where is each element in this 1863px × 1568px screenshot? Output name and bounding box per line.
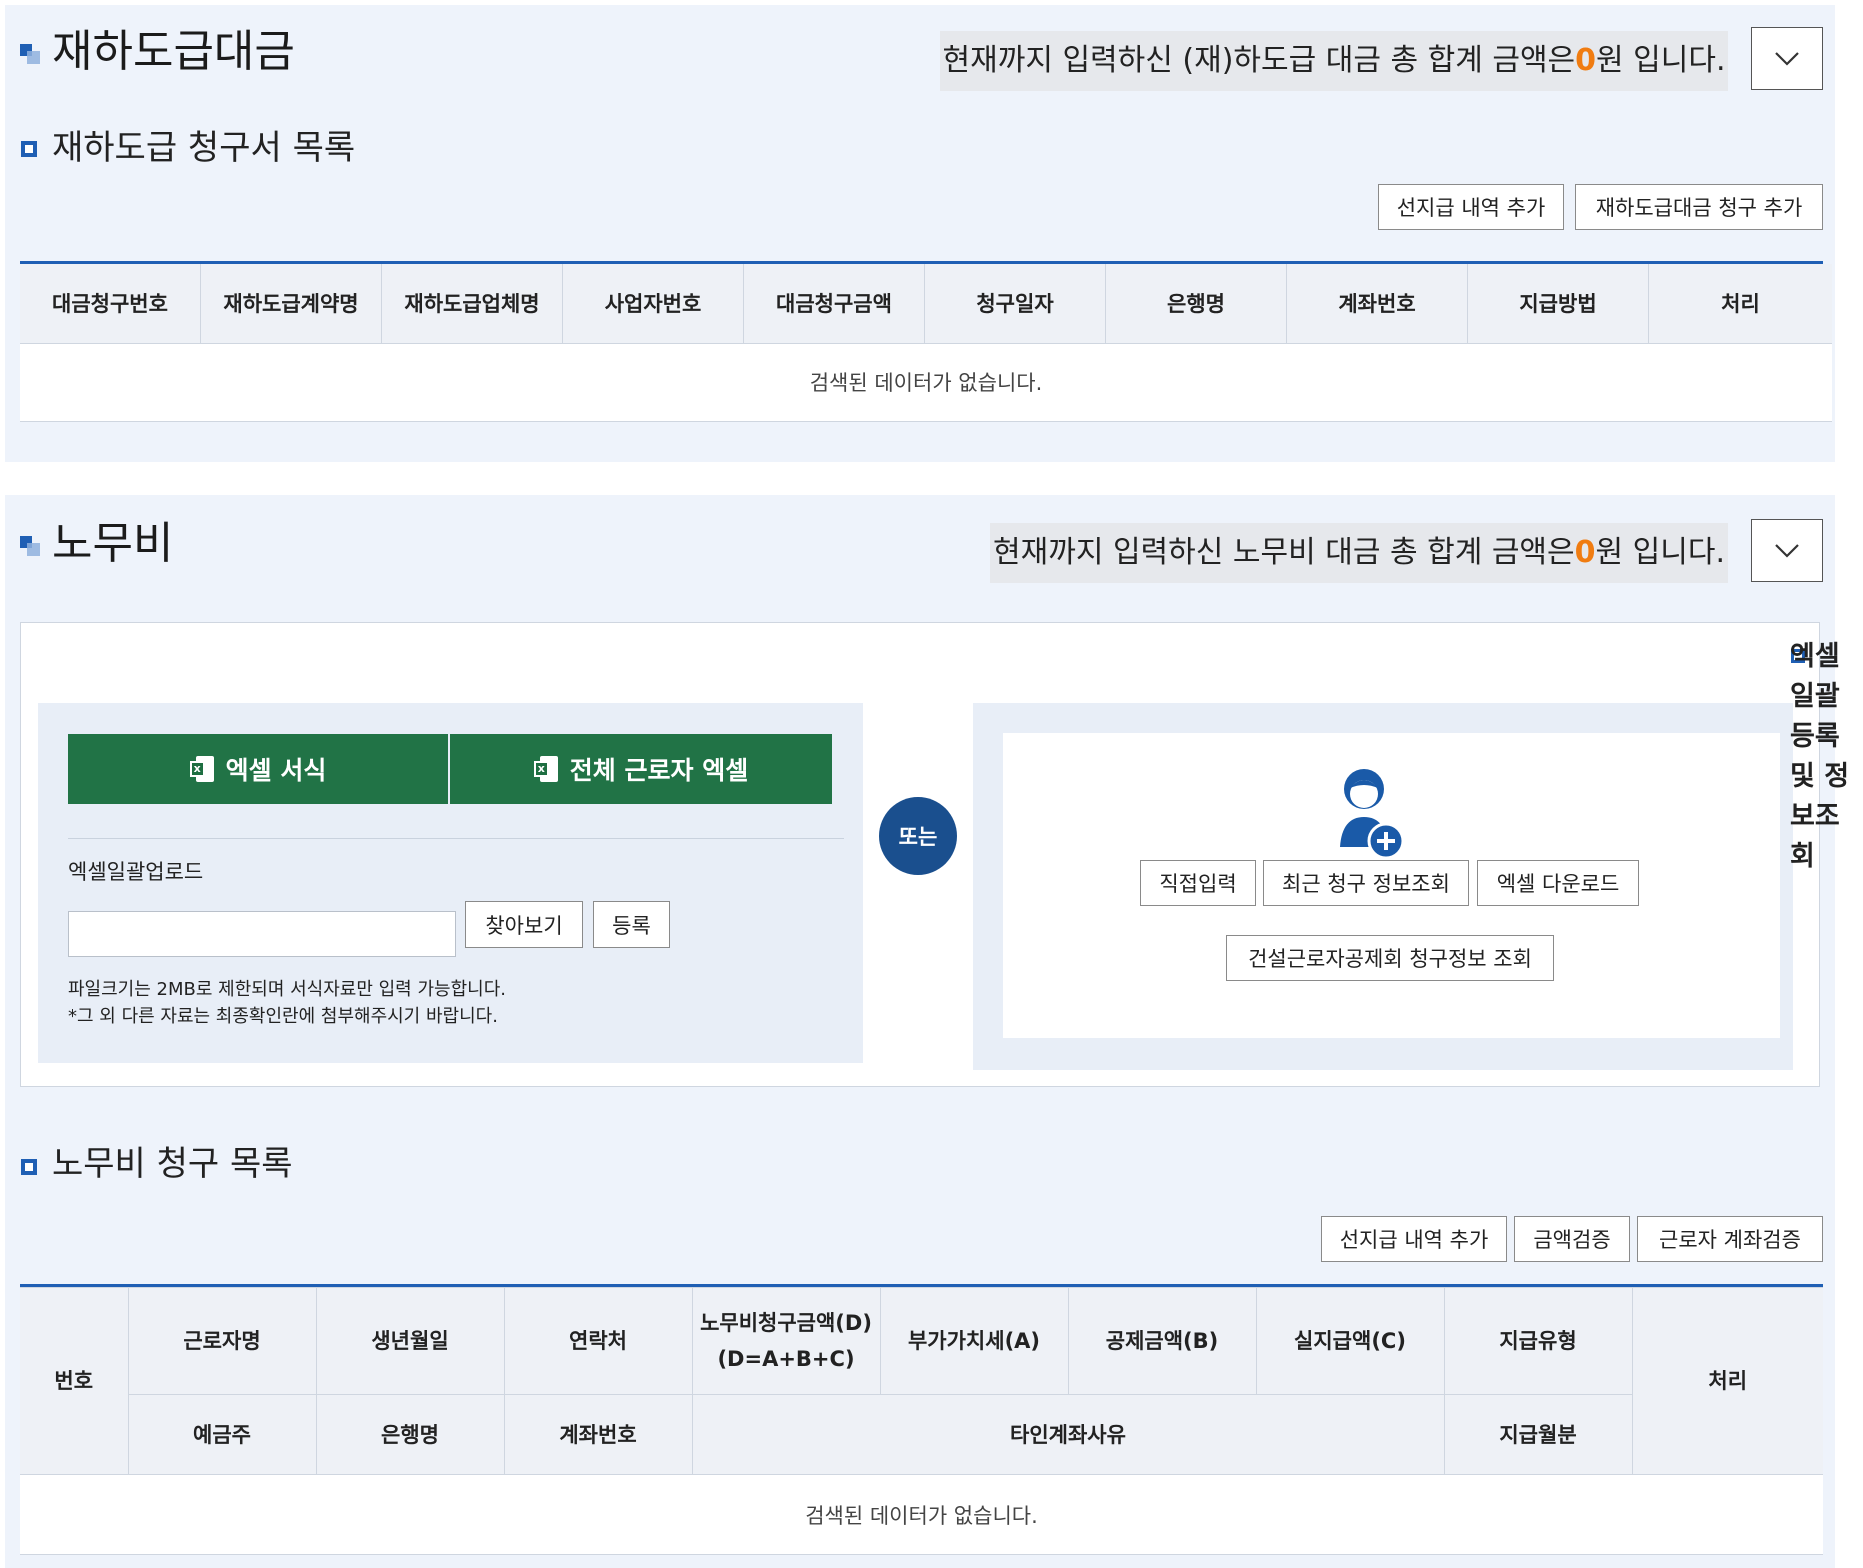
col-actual-pay: 실지급액(C) [1255, 1287, 1445, 1395]
subcontract-list-title: 재하도급 청구서 목록 [52, 128, 356, 168]
divider [68, 838, 844, 839]
upload-note-2: *그 외 다른 자료는 최종확인란에 첨부해주시기 바랍니다. [68, 1006, 498, 1027]
labor-title: 노무비 [52, 518, 174, 569]
labor-table-wrap: 번호 근로자명 생년월일 연락처 노무비청구금액(D) (D=A+B+C) 부가… [20, 1284, 1823, 1555]
direct-input-button[interactable]: 직접입력 [1140, 860, 1256, 906]
recent-claim-lookup-button[interactable]: 최근 청구 정보조회 [1263, 860, 1469, 906]
chevron-down-icon [1775, 543, 1799, 558]
col-business-no: 사업자번호 [562, 264, 744, 344]
col-vat: 부가가치세(A) [879, 1287, 1069, 1395]
col-claim-no: 대금청구번호 [20, 264, 201, 344]
col-labor-claim-amount: 노무비청구금액(D) (D=A+B+C) [691, 1287, 881, 1395]
excel-icon: x [533, 756, 558, 782]
col-birth-date: 생년월일 [315, 1287, 505, 1395]
register-button[interactable]: 등록 [593, 901, 670, 948]
labor-list-title: 노무비 청구 목록 [52, 1144, 293, 1184]
add-person-icon [1338, 762, 1405, 860]
excel-download-button[interactable]: 엑셀 다운로드 [1477, 860, 1639, 906]
labor-toggle-button[interactable] [1751, 519, 1823, 582]
col-contact: 연락처 [503, 1287, 693, 1395]
subcontract-total-amount: 0 [1575, 43, 1597, 78]
col-other-account-reason: 타인계좌사유 [691, 1394, 1445, 1475]
subcontract-add-claim-button[interactable]: 재하도급대금 청구 추가 [1575, 184, 1823, 230]
section-title-icon [20, 536, 40, 556]
list-title-icon [21, 1159, 37, 1175]
col-contract-name: 재하도급계약명 [200, 264, 382, 344]
labor-total-amount: 0 [1574, 535, 1596, 570]
upload-note-1: 파일크기는 2MB로 제한되며 서식자료만 입력 가능합니다. [68, 979, 506, 1000]
file-path-input[interactable] [68, 911, 456, 957]
list-title-icon [21, 141, 37, 157]
empty-message: 검색된 데이터가 없습니다. [20, 343, 1832, 422]
col-worker-name: 근로자명 [127, 1287, 317, 1395]
col-pay-month: 지급월분 [1443, 1394, 1632, 1475]
col-bank: 은행명 [315, 1394, 505, 1475]
labor-add-prepay-button[interactable]: 선지급 내역 추가 [1321, 1216, 1507, 1262]
col-pay-type: 지급유형 [1443, 1287, 1633, 1395]
subcontract-add-prepay-button[interactable]: 선지급 내역 추가 [1378, 184, 1564, 230]
excel-upload-label: 엑셀일괄업로드 [68, 860, 204, 884]
labor-total-text: 현재까지 입력하신 노무비 대금 총 합계 금액은 0원 입니다. [990, 523, 1728, 583]
col-deduction: 공제금액(B) [1067, 1287, 1257, 1395]
col-account: 계좌번호 [1286, 264, 1468, 344]
subcontract-total-text: 현재까지 입력하신 (재)하도급 대금 총 합계 금액은 0원 입니다. [940, 31, 1728, 91]
col-depositor: 예금주 [127, 1394, 317, 1475]
col-claim-amount: 대금청구금액 [743, 264, 925, 344]
col-claim-date: 청구일자 [924, 264, 1106, 344]
col-account: 계좌번호 [503, 1394, 693, 1475]
col-no: 번호 [20, 1287, 129, 1475]
verify-account-button[interactable]: 근로자 계좌검증 [1637, 1216, 1823, 1262]
or-badge: 또는 [879, 797, 957, 875]
all-workers-excel-button[interactable]: x 전체 근로자 엑셀 [450, 734, 832, 804]
table-row: 검색된 데이터가 없습니다. [20, 1474, 1823, 1555]
labor-table: 번호 근로자명 생년월일 연락처 노무비청구금액(D) (D=A+B+C) 부가… [20, 1287, 1823, 1555]
excel-icon: x [189, 756, 214, 782]
verify-amount-button[interactable]: 금액검증 [1514, 1216, 1630, 1262]
empty-message: 검색된 데이터가 없습니다. [20, 1474, 1823, 1555]
col-labor-claim-amount-line2: (D=A+B+C) [717, 1347, 855, 1371]
col-company-name: 재하도급업체명 [381, 264, 563, 344]
subcontract-table: 대금청구번호 재하도급계약명 재하도급업체명 사업자번호 대금청구금액 청구일자… [20, 264, 1832, 422]
cwma-claim-lookup-button[interactable]: 건설근로자공제회 청구정보 조회 [1226, 935, 1554, 981]
table-header-row: 번호 근로자명 생년월일 연락처 노무비청구금액(D) (D=A+B+C) 부가… [20, 1287, 1823, 1475]
col-process: 처리 [1648, 264, 1832, 344]
subcontract-table-wrap: 대금청구번호 재하도급계약명 재하도급업체명 사업자번호 대금청구금액 청구일자… [20, 261, 1832, 422]
section-title-icon [20, 44, 40, 64]
table-header-row: 예금주 은행명 계좌번호 타인계좌사유 지급월분 [20, 1394, 1823, 1475]
subcontract-toggle-button[interactable] [1751, 27, 1823, 90]
chevron-down-icon [1775, 51, 1799, 66]
col-pay-method: 지급방법 [1467, 264, 1649, 344]
excel-bulk-register-side-title: 엑셀일괄등록 및 정보조회 [1790, 641, 1850, 872]
table-header-row: 대금청구번호 재하도급계약명 재하도급업체명 사업자번호 대금청구금액 청구일자… [20, 264, 1832, 344]
subcontract-title: 재하도급대금 [52, 26, 295, 77]
col-bank: 은행명 [1105, 264, 1287, 344]
table-row: 검색된 데이터가 없습니다. [20, 343, 1832, 422]
col-labor-claim-amount-line1: 노무비청구금액(D) [700, 1311, 872, 1335]
excel-template-button[interactable]: x 엑셀 서식 [68, 734, 448, 804]
col-process: 처리 [1631, 1287, 1823, 1475]
browse-button[interactable]: 찾아보기 [465, 901, 583, 948]
